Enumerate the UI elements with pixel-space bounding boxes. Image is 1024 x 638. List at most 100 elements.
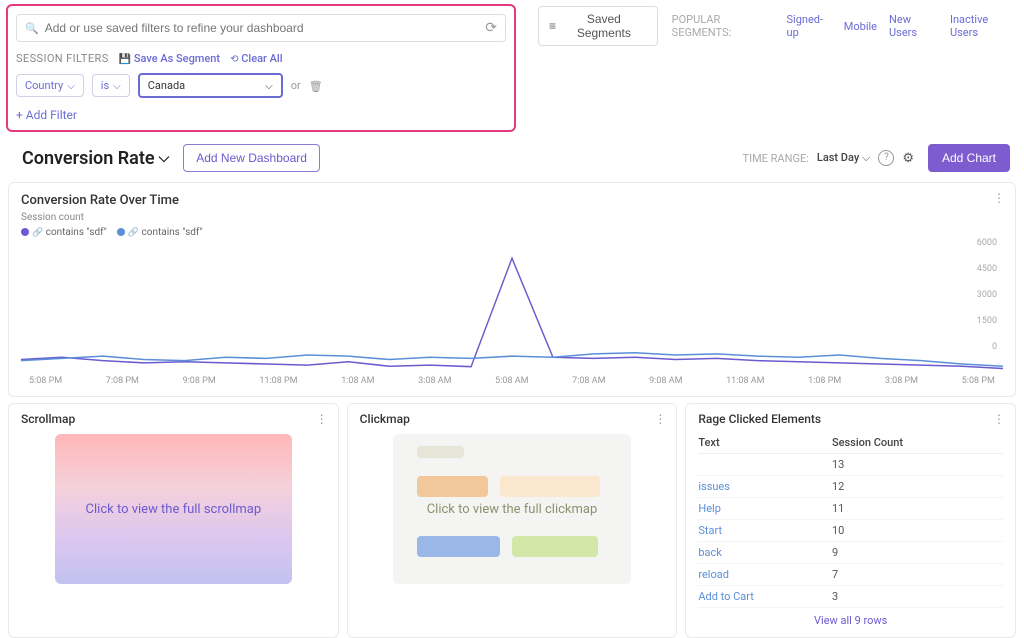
xtick: 5:08 PM — [29, 376, 62, 386]
clear-icon — [230, 52, 238, 65]
link-icon — [128, 227, 139, 238]
rage-count: 12 — [832, 476, 1003, 498]
card-menu-icon[interactable] — [993, 412, 1005, 426]
legend-item: contains "sdf" — [21, 227, 107, 238]
table-row: issues 12 — [698, 476, 1003, 498]
link-icon — [32, 227, 43, 238]
rage-count: 9 — [832, 542, 1003, 564]
segment-link[interactable]: New Users — [889, 13, 938, 39]
cards-row: Scrollmap Click to view the full scrollm… — [8, 403, 1016, 638]
card-menu-icon[interactable] — [993, 191, 1005, 205]
filter-field-label: Country — [25, 79, 63, 92]
saved-segments-button[interactable]: Saved Segments — [538, 6, 658, 46]
rage-card: Rage Clicked Elements Text Session Count… — [685, 403, 1016, 638]
xtick: 7:08 AM — [572, 376, 605, 386]
legend-dot-blue — [117, 228, 125, 236]
card-menu-icon[interactable] — [316, 412, 328, 426]
clear-all[interactable]: Clear All — [230, 52, 282, 65]
add-filter[interactable]: Add Filter — [16, 108, 506, 122]
rage-count: 7 — [832, 564, 1003, 586]
add-filter-label: Add Filter — [26, 108, 77, 122]
filter-field-chip[interactable]: Country — [16, 74, 84, 97]
filter-search-input[interactable] — [45, 21, 486, 35]
rage-count: 10 — [832, 520, 1003, 542]
filter-chips: Country is Canada or — [16, 73, 506, 98]
rage-text-link[interactable]: issues — [698, 480, 730, 493]
plus-icon — [16, 108, 23, 122]
rage-text-link[interactable]: reload — [698, 568, 729, 581]
chart-subtitle: Session count — [21, 212, 1003, 223]
rage-count: 13 — [832, 454, 1003, 476]
chevron-down-icon: ⌵ — [159, 150, 170, 166]
table-row: Add to Cart3 — [698, 586, 1003, 608]
xtick: 11:08 PM — [259, 376, 297, 386]
trash-icon[interactable] — [309, 79, 323, 93]
save-as-segment[interactable]: Save As Segment — [119, 52, 220, 65]
ytick: 6000 — [977, 238, 997, 248]
segment-link[interactable]: Mobile — [844, 20, 877, 33]
filter-value-label: Canada — [148, 79, 185, 92]
gear-icon[interactable] — [902, 151, 914, 166]
xtick: 9:08 AM — [649, 376, 682, 386]
ytick: 0 — [977, 342, 997, 352]
clickmap-cta: Click to view the full clickmap — [427, 502, 598, 517]
col-text: Text — [698, 432, 832, 454]
col-count: Session Count — [832, 432, 1003, 454]
rage-text-link[interactable]: Help — [698, 502, 721, 515]
popular-segments: POPULAR SEGMENTS: Signed-up Mobile New U… — [672, 13, 1014, 39]
card-title: Scrollmap — [21, 412, 326, 426]
popular-label: POPULAR SEGMENTS: — [672, 13, 775, 39]
legend-dot-purple — [21, 228, 29, 236]
xtick: 1:08 AM — [341, 376, 374, 386]
table-row: Help 11 — [698, 498, 1003, 520]
filter-panel: SESSION FILTERS Save As Segment Clear Al… — [6, 4, 516, 132]
rage-text-link[interactable]: Start — [698, 524, 722, 537]
legend-item: contains "sdf" — [117, 227, 203, 238]
help-icon[interactable] — [878, 150, 894, 166]
xtick: 7:08 PM — [106, 376, 139, 386]
save-segment-label: Save As Segment — [134, 52, 220, 65]
filter-value-chip[interactable]: Canada — [138, 73, 283, 98]
chevron-down-icon — [265, 79, 273, 92]
filter-op-chip[interactable]: is — [92, 74, 130, 97]
rage-text-link[interactable]: Add to Cart — [698, 590, 754, 603]
rage-count: 11 — [832, 498, 1003, 520]
chart-svg — [21, 238, 1003, 373]
dashboard-title[interactable]: Conversion Rate⌵ — [22, 148, 169, 169]
add-chart-button[interactable]: Add Chart — [928, 144, 1010, 172]
scrollmap-card: Scrollmap Click to view the full scrollm… — [8, 403, 339, 638]
rage-table: Text Session Count 13issues12Help11Start… — [698, 432, 1003, 608]
table-row: 13 — [698, 454, 1003, 476]
table-row: Start 10 — [698, 520, 1003, 542]
saved-segments-label: Saved Segments — [561, 12, 647, 40]
ytick: 1500 — [977, 316, 997, 326]
chart-title: Conversion Rate Over Time — [21, 193, 1003, 208]
chart-card: Conversion Rate Over Time Session count … — [8, 182, 1016, 397]
or-label: or — [291, 79, 301, 92]
time-range-value-text: Last Day — [817, 151, 859, 164]
filter-search[interactable] — [16, 14, 506, 42]
card-menu-icon[interactable] — [654, 412, 666, 426]
refresh-icon[interactable] — [485, 20, 497, 36]
time-range-value[interactable]: Last Day ⌵ — [817, 151, 870, 165]
clear-all-label: Clear All — [241, 52, 282, 65]
clickmap-preview[interactable]: Click to view the full clickmap — [393, 434, 631, 584]
dashboard-title-text: Conversion Rate — [22, 148, 155, 169]
view-all-rows[interactable]: View all 9 rows — [698, 614, 1003, 627]
rage-text-link[interactable]: back — [698, 546, 722, 559]
xtick: 11:08 AM — [726, 376, 764, 386]
xtick: 3:08 PM — [885, 376, 918, 386]
add-dashboard-button[interactable]: Add New Dashboard — [183, 144, 320, 172]
segment-link[interactable]: Signed-up — [787, 13, 832, 39]
xtick: 9:08 PM — [183, 376, 216, 386]
chevron-down-icon — [113, 79, 121, 92]
list-icon — [549, 19, 556, 33]
legend-label: contains "sdf" — [46, 227, 107, 238]
chart-line-blue — [21, 353, 1003, 367]
chart-legend: contains "sdf" contains "sdf" — [21, 227, 1003, 238]
scrollmap-preview[interactable]: Click to view the full scrollmap — [55, 434, 293, 584]
save-icon — [119, 52, 131, 65]
ytick: 4500 — [977, 264, 997, 274]
segment-link[interactable]: Inactive Users — [950, 13, 1014, 39]
card-title: Clickmap — [360, 412, 665, 426]
